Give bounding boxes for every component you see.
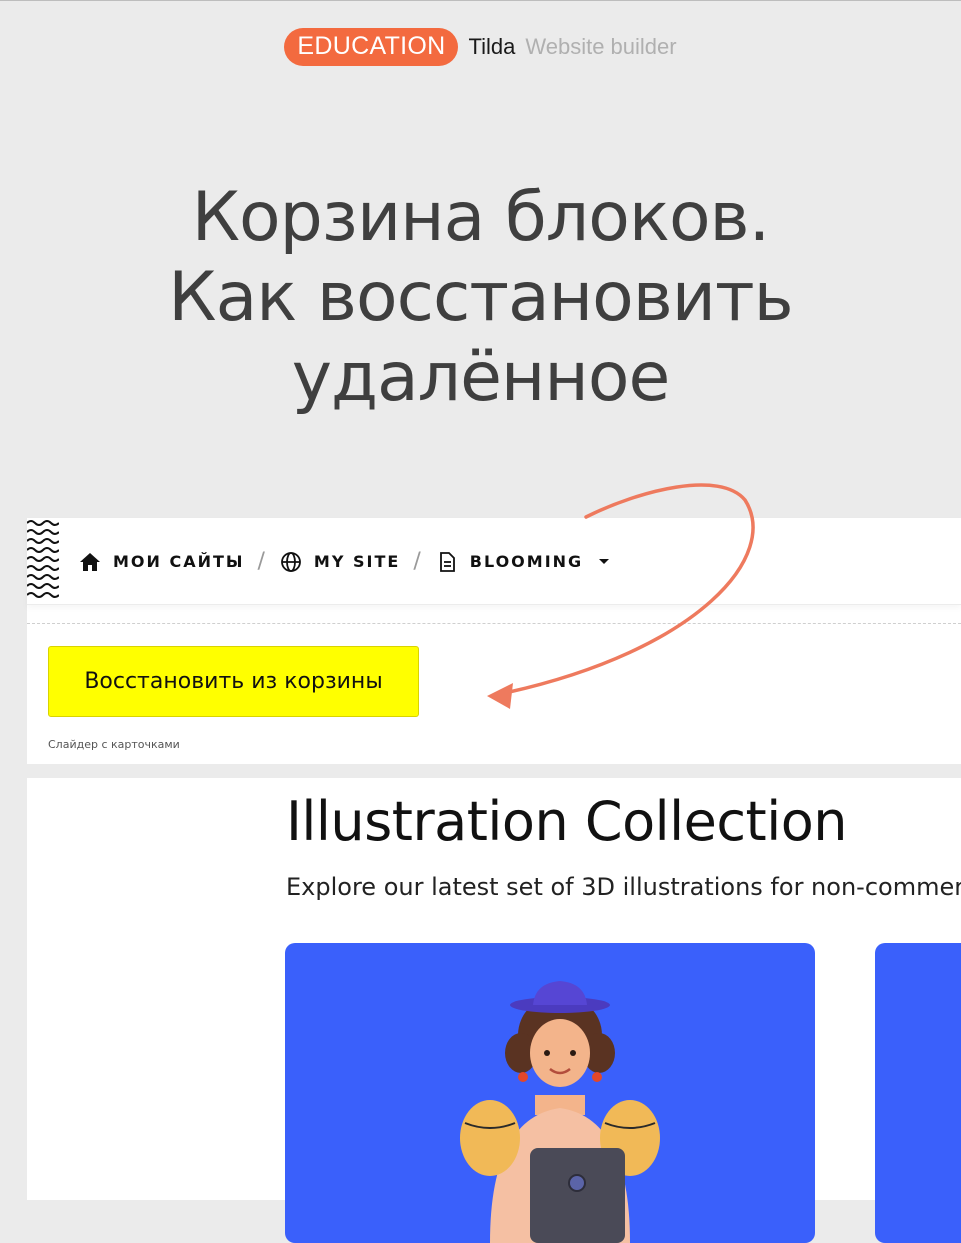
breadcrumb-my-site[interactable]: MY SITE xyxy=(314,552,400,571)
title-line-3: удалённое xyxy=(291,338,671,417)
chevron-down-icon[interactable] xyxy=(597,557,611,567)
title-line-2: Как восстановить xyxy=(168,258,793,337)
education-badge: EDUCATION xyxy=(284,28,459,66)
top-border xyxy=(0,0,961,1)
home-icon xyxy=(79,551,101,573)
breadcrumb-separator: / xyxy=(413,549,421,574)
brand-tagline: Website builder xyxy=(525,34,677,59)
restore-from-trash-button[interactable]: Восстановить из корзины xyxy=(48,646,419,717)
breadcrumb-separator: / xyxy=(257,549,265,574)
breadcrumb-my-sites[interactable]: МОИ САЙТЫ xyxy=(113,552,245,571)
globe-icon xyxy=(280,551,302,573)
top-navigation: МОИ САЙТЫ / MY SITE / BLOOMING xyxy=(27,518,961,605)
zigzag-pattern-icon xyxy=(27,520,59,598)
brand-name: Tilda xyxy=(468,34,516,59)
breadcrumb: МОИ САЙТЫ / MY SITE / BLOOMING xyxy=(79,549,611,574)
divider xyxy=(27,623,961,624)
character-illustration-icon xyxy=(460,981,660,1243)
collection-title: Illustration Collection xyxy=(286,790,847,853)
block-label: Слайдер с карточками xyxy=(48,738,180,751)
breadcrumb-blooming[interactable]: BLOOMING xyxy=(470,552,583,571)
illustration-card[interactable] xyxy=(285,943,815,1243)
illustration-card-next[interactable] xyxy=(875,943,961,1243)
brand-header: EDUCATION Tilda Website builder xyxy=(0,28,961,66)
title-line-1: Корзина блоков. xyxy=(191,178,771,257)
page-icon xyxy=(436,551,458,573)
collection-subtitle: Explore our latest set of 3D illustratio… xyxy=(286,873,961,901)
page-title: Корзина блоков. Как восстановить удалённ… xyxy=(0,178,961,418)
block-separator xyxy=(27,764,961,778)
editor-screenshot: МОИ САЙТЫ / MY SITE / BLOOMING Восстанов… xyxy=(27,518,961,1243)
